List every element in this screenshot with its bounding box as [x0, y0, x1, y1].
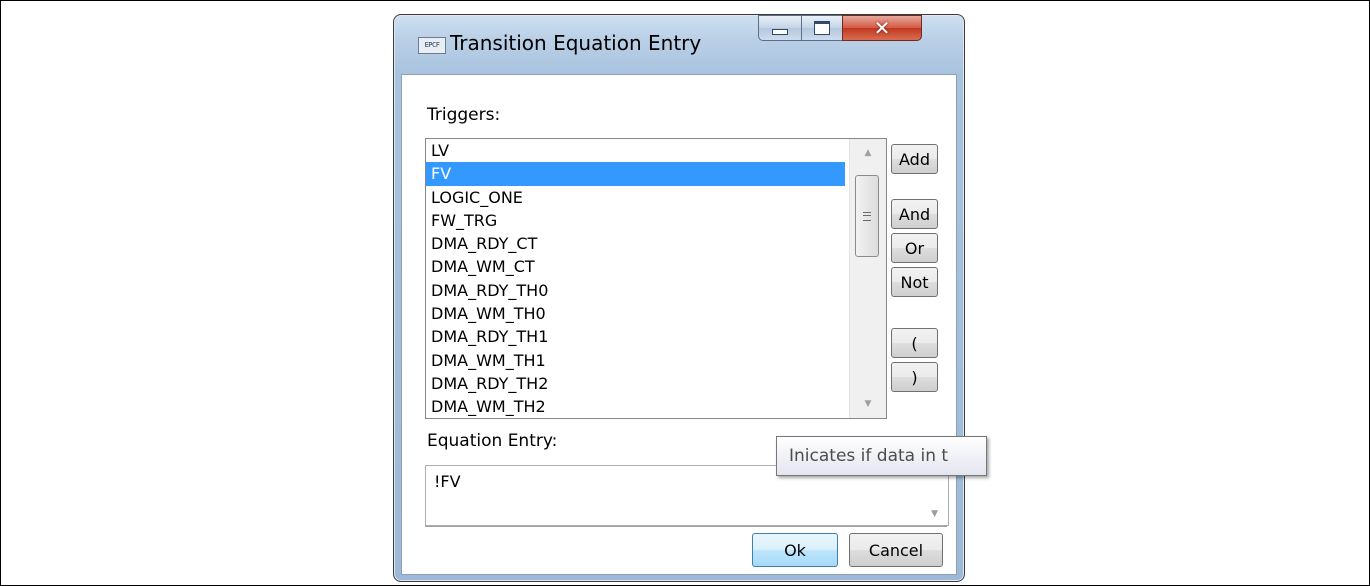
list-item[interactable]: DMA_RDY_CT [426, 232, 845, 255]
list-item[interactable]: LV [426, 139, 845, 162]
chevron-down-icon[interactable]: ▼ [931, 509, 938, 519]
minimize-button[interactable] [758, 15, 802, 41]
list-item[interactable]: DMA_WM_TH1 [426, 349, 845, 372]
chevron-up-icon[interactable]: ▲ [850, 141, 886, 165]
close-button[interactable]: ✕ [842, 15, 922, 41]
app-icon: EPCF [418, 37, 446, 54]
ok-button[interactable]: Ok [752, 533, 838, 567]
list-item[interactable]: FW_TRG [426, 209, 845, 232]
add-button[interactable]: Add [891, 144, 938, 174]
dialog-client-area: Triggers: LV FV LOGIC_ONE FW_TRG DMA_RDY_CT D… [401, 74, 957, 575]
list-item[interactable]: DMA_WM_CT [426, 255, 845, 278]
divider [425, 526, 947, 527]
close-paren-button[interactable]: ) [891, 362, 938, 392]
equation-value: !FV [434, 472, 461, 491]
list-item[interactable]: DMA_WM_TH2 [426, 395, 845, 418]
equation-entry-label: Equation Entry: [427, 431, 558, 451]
scrollbar-thumb[interactable] [855, 175, 879, 257]
triggers-list: LV FV LOGIC_ONE FW_TRG DMA_RDY_CT DMA_WM_CT DM… [426, 139, 886, 418]
list-item[interactable]: DMA_RDY_TH2 [426, 372, 845, 395]
list-item[interactable]: FV [426, 162, 845, 186]
or-button[interactable]: Or [891, 233, 938, 263]
list-item[interactable]: DMA_RDY_TH0 [426, 279, 845, 302]
cancel-button[interactable]: Cancel [849, 533, 943, 567]
and-button[interactable]: And [891, 199, 938, 229]
list-item[interactable]: DMA_RDY_TH1 [426, 325, 845, 348]
triggers-listbox[interactable]: LV FV LOGIC_ONE FW_TRG DMA_RDY_CT DMA_WM_CT DM… [425, 138, 887, 419]
not-button[interactable]: Not [891, 267, 938, 297]
maximize-button[interactable] [801, 15, 843, 41]
list-item[interactable]: DMA_WM_TH0 [426, 302, 845, 325]
dialog-window: EPCF Transition Equation Entry ✕ Trigger… [393, 14, 965, 582]
triggers-label: Triggers: [427, 105, 501, 125]
minimize-icon [772, 29, 788, 35]
title-bar[interactable]: EPCF Transition Equation Entry ✕ [394, 15, 964, 73]
close-icon: ✕ [873, 16, 891, 40]
triggers-scrollbar[interactable]: ▲ ▼ [849, 139, 886, 418]
grip-icon [863, 211, 871, 221]
open-paren-button[interactable]: ( [891, 328, 938, 358]
list-item[interactable]: LOGIC_ONE [426, 186, 845, 209]
maximize-icon [814, 21, 830, 35]
window-title: Transition Equation Entry [450, 31, 702, 55]
chevron-down-icon[interactable]: ▼ [850, 392, 886, 416]
tooltip: Inicates if data in t [776, 436, 987, 476]
